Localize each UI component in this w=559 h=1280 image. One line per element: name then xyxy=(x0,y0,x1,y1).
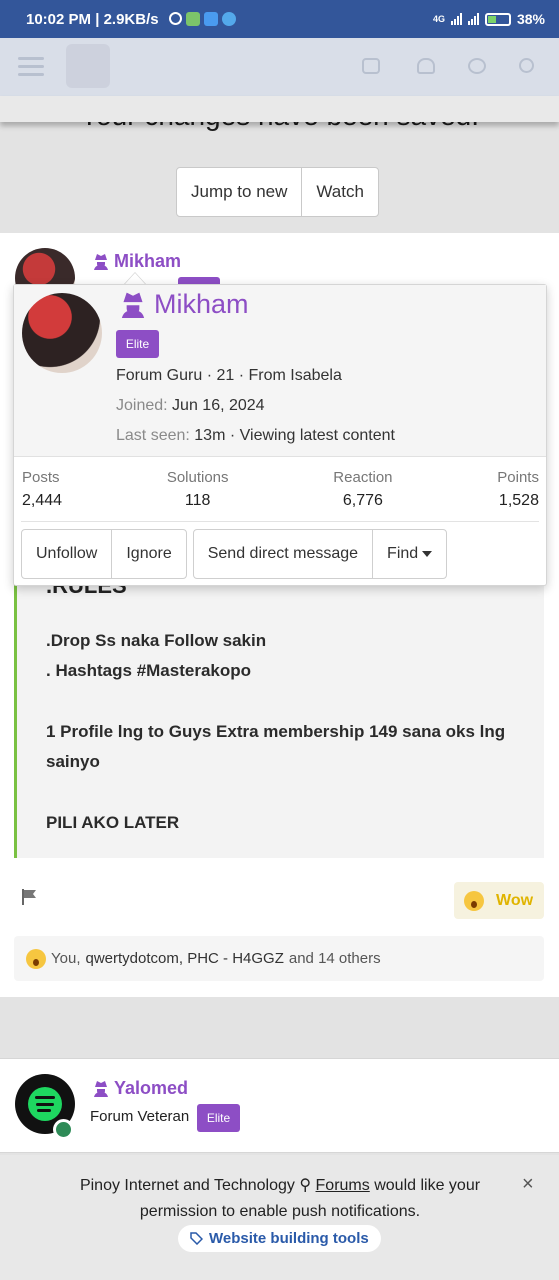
reaction-button[interactable]: Wow xyxy=(454,882,544,919)
search-icon: ⚲ xyxy=(299,1177,312,1194)
post-line: . Hashtags #Masterakopo xyxy=(46,661,252,680)
close-button[interactable]: × xyxy=(522,1173,534,1196)
user-icon[interactable] xyxy=(468,58,486,74)
find-dropdown-button[interactable]: Find xyxy=(372,530,446,578)
spy-icon xyxy=(94,1081,108,1097)
post-username[interactable]: Mikham xyxy=(93,251,181,272)
telegram-icon xyxy=(221,12,236,26)
menu-icon[interactable] xyxy=(18,57,44,81)
post-line: PILI AKO LATER xyxy=(46,813,180,832)
status-time: 10:02 PM | 2.9KB/s xyxy=(26,10,159,28)
member-last-seen: Last seen: 13m · Viewing latest content xyxy=(116,427,395,444)
wow-emoji-icon xyxy=(464,890,484,911)
ignore-button[interactable]: Ignore xyxy=(111,530,185,578)
member-header: Mikham Elite Forum Guru · 21 · From Isab… xyxy=(14,285,546,457)
member-tooltip: Mikham Elite Forum Guru · 21 · From Isab… xyxy=(13,284,547,586)
user-title: Forum Veteran xyxy=(90,1108,190,1125)
member-name[interactable]: Mikham xyxy=(120,289,249,320)
app-icon xyxy=(203,12,218,26)
spotify-icon xyxy=(28,1087,62,1121)
unfollow-button[interactable]: Unfollow xyxy=(22,530,111,578)
send-message-button[interactable]: Send direct message xyxy=(194,530,372,578)
watch-button[interactable]: Watch xyxy=(301,168,378,216)
reactions-summary[interactable]: You, qwertydotcom, PHC - H4GGZ and 14 ot… xyxy=(14,936,544,981)
reaction-users[interactable]: qwertydotcom, PHC - H4GGZ xyxy=(85,950,283,967)
app-header: Your changes have been saved. xyxy=(0,38,559,131)
member-joined: Joined: Jun 16, 2024 xyxy=(116,397,265,414)
message-group: Send direct message Find xyxy=(192,529,448,579)
spy-icon xyxy=(94,254,108,270)
wow-emoji-icon xyxy=(26,948,46,969)
jump-to-new-button[interactable]: Jump to new xyxy=(177,168,301,216)
online-status-icon xyxy=(53,1119,74,1140)
signal-icon xyxy=(467,13,479,25)
follow-group: Unfollow Ignore xyxy=(21,529,187,579)
push-message: Pinoy Internet and Technology ⚲ Forums w… xyxy=(79,1177,481,1220)
tag-pill[interactable]: Website building tools xyxy=(178,1225,381,1252)
push-notification-prompt: Pinoy Internet and Technology ⚲ Forums w… xyxy=(0,1155,559,1280)
tag-icon xyxy=(190,1232,203,1245)
member-stats: Posts 2,444 Solutions 118 Reaction 6,776… xyxy=(22,469,539,510)
status-bar: 10:02 PM | 2.9KB/s 4G 38% xyxy=(0,0,559,38)
signal-icon xyxy=(450,13,462,25)
report-flag-icon[interactable] xyxy=(22,889,38,905)
member-actions: Unfollow Ignore Send direct message Find xyxy=(21,529,448,579)
network-label: 4G xyxy=(432,14,445,24)
mute-icon xyxy=(168,12,182,25)
forums-link[interactable]: Forums xyxy=(316,1177,370,1194)
stat-reaction[interactable]: Reaction 6,776 xyxy=(333,469,392,510)
member-info: Forum Guru · 21 · From Isabela xyxy=(116,367,342,384)
chevron-down-icon xyxy=(422,550,433,557)
mail-icon[interactable] xyxy=(362,58,380,74)
search-icon[interactable] xyxy=(519,58,534,73)
battery-percent: 38% xyxy=(516,11,545,27)
thread-action-group: Jump to new Watch xyxy=(176,167,379,217)
tooltip-arrow xyxy=(124,272,146,284)
divider xyxy=(21,521,539,522)
avatar[interactable] xyxy=(22,293,102,373)
post xyxy=(0,1058,559,1153)
site-logo[interactable] xyxy=(66,44,110,88)
elite-badge: Elite xyxy=(197,1104,240,1132)
bell-icon[interactable] xyxy=(417,58,435,74)
post-line: .Drop Ss naka Follow sakin xyxy=(46,631,267,650)
stat-solutions[interactable]: Solutions 118 xyxy=(167,469,229,510)
spy-icon xyxy=(121,292,145,318)
toast-shadow xyxy=(0,96,559,122)
battery-icon xyxy=(484,12,511,26)
stat-posts[interactable]: Posts 2,444 xyxy=(22,469,62,510)
stat-points[interactable]: Points 1,528 xyxy=(497,469,539,510)
elite-badge: Elite xyxy=(116,330,159,358)
post-line: 1 Profile lng to Guys Extra membership 1… xyxy=(46,722,506,771)
app-icon xyxy=(185,12,200,26)
post-username[interactable]: Yalomed xyxy=(93,1078,188,1099)
